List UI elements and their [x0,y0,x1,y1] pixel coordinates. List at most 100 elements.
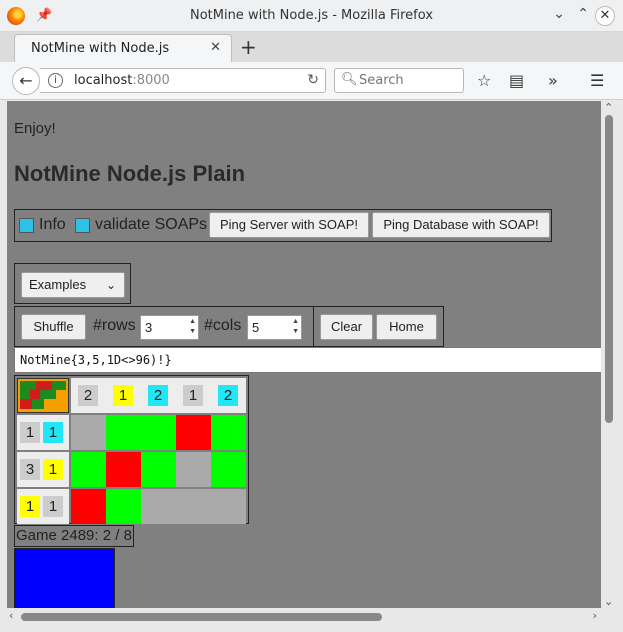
column-hint: 2 [141,378,176,413]
url-host: localhost [74,73,133,88]
board-cell[interactable] [141,415,176,450]
board-cell[interactable] [176,452,211,487]
game-code-field[interactable]: NotMine{3,5,1D<>96)!} [14,347,601,373]
validate-checkbox[interactable] [75,217,90,235]
board-cell[interactable] [106,489,141,524]
horizontal-scrollbar[interactable]: ‹ › [7,608,601,624]
info-checkbox[interactable] [19,217,34,235]
search-bar[interactable]: 🔍︎ [334,68,464,93]
row-hint-value: 3 [20,459,40,480]
reload-icon[interactable]: ↻ [307,72,319,88]
board-cell[interactable] [106,452,141,487]
page-content: Enjoy! NotMine Node.js Plain Info valida… [7,101,601,608]
bookmark-star-icon[interactable]: ☆ [477,71,491,90]
board-cell[interactable] [211,489,246,524]
search-input[interactable] [357,71,457,90]
home-button[interactable]: Home [376,314,437,340]
scroll-down-icon[interactable]: ⌄ [604,595,613,608]
board-cell[interactable] [211,452,246,487]
ping-server-button[interactable]: Ping Server with SOAP! [209,212,369,238]
scroll-left-icon[interactable]: ‹ [9,609,13,622]
clear-home-toolbar: Clear Home [313,306,444,347]
board-cell[interactable] [141,452,176,487]
examples-box: Examples ⌄ [14,263,131,304]
window-title: NotMine with Node.js - Mozilla Firefox [189,8,434,23]
url-port: :8000 [132,73,170,88]
game-board: 2 1 2 1 2 1 1 3 1 1 1 [14,375,249,524]
site-info-icon[interactable]: i [48,73,63,88]
window-titlebar: 📌 NotMine with Node.js - Mozilla Firefox… [0,0,623,32]
row-hint: 1 1 [17,415,69,450]
scroll-up-icon[interactable]: ⌃ [604,101,613,114]
tab-close-icon[interactable]: ✕ [210,40,221,55]
clear-button[interactable]: Clear [320,314,373,340]
cols-spinner-icon[interactable]: ▲ ▼ [292,317,299,337]
rows-spinner-icon[interactable]: ▲ ▼ [189,317,196,337]
row-hint-value: 1 [43,459,63,480]
row-hint-value: 1 [20,496,40,517]
info-label: Info [39,216,66,233]
rows-input[interactable]: 3 ▲ ▼ [140,315,199,340]
row-hint-value: 1 [20,422,40,443]
row-hint: 3 1 [17,452,69,487]
examples-select-value: Examples [29,277,87,292]
board-cell[interactable] [71,415,106,450]
tab-notmine[interactable]: NotMine with Node.js ✕ [14,34,232,62]
ping-database-button[interactable]: Ping Database with SOAP! [372,212,550,238]
tab-label: NotMine with Node.js [31,41,170,56]
search-icon: 🔍︎ [341,72,358,87]
rows-label: #rows [93,317,136,334]
validate-checkbox-box[interactable] [75,218,90,234]
column-hint: 1 [106,378,141,413]
column-hint-value: 2 [148,385,168,406]
column-hint-value: 1 [183,385,203,406]
board-cell[interactable] [176,415,211,450]
board-cell[interactable] [71,489,106,524]
blue-canvas[interactable] [14,548,115,608]
board-logo-icon [17,378,69,413]
url-bar[interactable]: i localhost:8000 ↻ [40,68,326,93]
new-tab-icon[interactable]: + [240,35,257,59]
board-cell[interactable] [141,489,176,524]
board-cell[interactable] [106,415,141,450]
size-toolbar: Shuffle #rows 3 ▲ ▼ #cols 5 ▲ ▼ [14,306,314,347]
board-cell[interactable] [211,415,246,450]
validate-label: validate SOAPs [95,216,208,233]
tab-strip: NotMine with Node.js ✕ + [0,32,623,62]
column-hint-value: 2 [78,385,98,406]
enjoy-text: Enjoy! [14,120,56,137]
column-hint-value: 1 [113,385,133,406]
row-hint-value: 1 [43,422,63,443]
column-hint: 1 [176,378,211,413]
info-checkbox-box[interactable] [19,218,34,234]
back-arrow-icon[interactable]: ← [12,67,40,95]
rows-value: 3 [145,320,153,335]
scroll-right-icon[interactable]: › [593,609,597,622]
overflow-chevrons-icon[interactable]: » [548,71,558,90]
soap-toolbar: Info validate SOAPs Ping Server with SOA… [14,209,552,242]
minimize-icon[interactable]: ⌄ [553,6,565,22]
board-cell[interactable] [176,489,211,524]
row-hint: 1 1 [17,489,69,524]
chevron-down-icon: ⌄ [105,278,116,292]
reading-list-icon[interactable]: ▤ [509,71,524,90]
cols-input[interactable]: 5 ▲ ▼ [247,315,302,340]
column-hint-value: 2 [218,385,238,406]
shuffle-button[interactable]: Shuffle [21,314,86,340]
url-text: localhost:8000 [74,73,170,88]
examples-select[interactable]: Examples ⌄ [21,272,125,298]
column-hint: 2 [71,378,106,413]
page-title: NotMine Node.js Plain [14,161,246,186]
game-status: Game 2489: 2 / 8 [14,525,134,547]
cols-value: 5 [252,320,260,335]
board-cell[interactable] [71,452,106,487]
vertical-scrollbar[interactable]: ⌃ ⌄ [601,101,616,608]
vertical-scroll-thumb[interactable] [605,115,613,423]
window-close-icon[interactable]: ✕ [595,6,615,26]
horizontal-scroll-thumb[interactable] [21,613,382,621]
column-hint: 2 [211,378,246,413]
hamburger-menu-icon[interactable]: ☰ [590,71,604,90]
row-hint-value: 1 [43,496,63,517]
maximize-icon[interactable]: ⌃ [577,6,589,22]
cols-label: #cols [204,317,242,334]
